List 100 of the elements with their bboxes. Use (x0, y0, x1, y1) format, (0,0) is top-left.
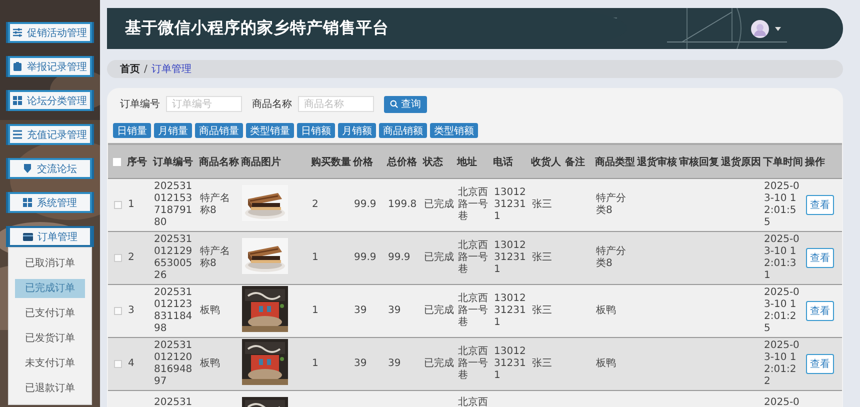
submenu-item[interactable]: 未支付订单 (15, 354, 85, 373)
phone-number: 13012312311 (494, 240, 527, 276)
phone-number: 13012312311 (494, 293, 527, 329)
address: 北京西路一号巷 (458, 293, 489, 329)
order-number: 20253101212965300526 (154, 234, 194, 282)
order-number: 20253101212383118498 (154, 287, 194, 335)
submenu-item[interactable]: 已完成订单 (15, 279, 85, 298)
product-type: 板鸭 (596, 358, 616, 370)
column-header: 序号 (127, 155, 147, 168)
receiver-name: 张三 (532, 358, 552, 370)
submenu-item[interactable]: 已取消订单 (15, 254, 85, 273)
order-status: 已完成 (424, 358, 454, 370)
address: 北京西路一号巷 (458, 346, 489, 382)
price: 99.9 (354, 199, 376, 211)
column-header: 操作 (805, 156, 825, 168)
submenu-item[interactable]: 已支付订单 (15, 304, 85, 323)
order-time: 2025-03-10 12:01:31 (764, 234, 800, 282)
column-header: 总价格 (387, 156, 417, 168)
column-header: 价格 (353, 156, 373, 168)
column-header: 购买数量 (311, 156, 351, 168)
order-number: 202531 (154, 397, 192, 407)
phone-number: 13012312311 (494, 346, 527, 382)
report-button[interactable]: 类型销量 (246, 123, 294, 138)
menu-item[interactable]: 论坛分类管理 (8, 90, 92, 111)
receiver-name: 张三 (532, 252, 552, 264)
search-field[interactable]: 订单编号 (166, 96, 242, 112)
submenu-item[interactable]: 已退款订单 (15, 379, 85, 398)
order-time: 2025-03-10 12:01:55 (764, 181, 800, 229)
breadcrumb-separator: / (144, 64, 148, 74)
column-header: 退货审核 (637, 155, 677, 168)
order-status: 已完成 (424, 199, 454, 211)
column-header: 下单时间 (763, 156, 803, 168)
total-price: 199.8 (388, 199, 417, 211)
field-label: 订单编号 (120, 98, 160, 111)
price: 39 (354, 305, 367, 317)
column-header: 备注 (565, 155, 585, 168)
price: 99.9 (354, 252, 376, 264)
view-button[interactable]: 查看 (806, 301, 834, 321)
column-header: 审核回复 (679, 155, 719, 168)
order-number: 20253101212081694897 (154, 340, 194, 388)
menu-item[interactable]: 订单管理 (8, 226, 92, 247)
column-header: 地址 (457, 156, 477, 168)
receiver-name: 张三 (532, 305, 552, 317)
row-number: 3 (128, 305, 134, 317)
row-number: 2 (128, 252, 134, 264)
site-title: 基于微信小程序的家乡特产销售平台 (125, 18, 390, 39)
address: 北京西 (458, 397, 488, 407)
product-name: 板鸭 (200, 305, 220, 317)
product-type: 特产分类8 (596, 246, 627, 270)
address: 北京西路一号巷 (458, 240, 489, 276)
order-time: 2025-0 (764, 397, 800, 407)
quantity: 1 (312, 305, 318, 317)
column-header: 状态 (423, 156, 443, 168)
breadcrumb-link[interactable]: 订单管理 (151, 62, 192, 76)
column-header: 电话 (493, 156, 513, 168)
report-button[interactable]: 商品销额 (379, 123, 427, 138)
row-number: 1 (128, 199, 134, 211)
address: 北京西路一号巷 (458, 187, 489, 223)
field-label: 商品名称 (252, 98, 292, 111)
menu-item[interactable]: 交流论坛 (8, 158, 92, 179)
quantity: 1 (312, 252, 318, 264)
row-number: 4 (128, 358, 134, 370)
view-button[interactable]: 查看 (806, 248, 834, 268)
product-name: 特产名称8 (200, 246, 231, 270)
search-button[interactable]: 查询 (384, 96, 427, 112)
report-button[interactable]: 日销量 (113, 123, 151, 138)
receiver-name: 张三 (532, 199, 552, 211)
column-header: 商品名称 (199, 155, 239, 168)
phone-number: 13012312311 (494, 187, 527, 223)
quantity: 2 (312, 199, 318, 211)
submenu-item[interactable]: 已发货订单 (15, 329, 85, 348)
order-time: 2025-03-10 12:01:25 (764, 287, 800, 335)
total-price: 39 (388, 358, 401, 370)
breadcrumb-link[interactable]: 首页 (120, 62, 140, 76)
product-name: 板鸭 (200, 358, 220, 370)
total-price: 39 (388, 305, 401, 317)
order-status: 已完成 (424, 252, 454, 264)
order-number: 20253101215371879180 (154, 181, 194, 229)
menu-item[interactable]: 系统管理 (8, 192, 92, 213)
menu-item[interactable]: 促销活动管理 (8, 22, 92, 43)
product-type: 板鸭 (596, 305, 616, 317)
report-button[interactable]: 类型销额 (430, 123, 478, 138)
report-button[interactable]: 月销量 (154, 123, 192, 138)
menu-item[interactable]: 举报记录管理 (8, 56, 92, 77)
column-header: 订单编号 (153, 156, 193, 168)
view-button[interactable]: 查看 (806, 354, 834, 374)
column-header: 退货原因 (721, 156, 761, 168)
column-header: 商品图片 (241, 155, 281, 168)
report-button[interactable]: 月销额 (338, 123, 376, 138)
order-status: 已完成 (424, 305, 454, 317)
menu-item[interactable]: 充值记录管理 (8, 124, 92, 145)
order-time: 2025-03-10 12:01:22 (764, 340, 800, 388)
view-button[interactable]: 查看 (806, 195, 834, 215)
search-field[interactable]: 商品名称 (298, 96, 374, 112)
price: 39 (354, 358, 367, 370)
total-price: 99.9 (388, 252, 410, 264)
report-button[interactable]: 商品销量 (195, 123, 243, 138)
report-button[interactable]: 日销额 (297, 123, 335, 138)
column-header: 商品类型 (595, 155, 635, 168)
product-type: 特产分类8 (596, 193, 627, 217)
